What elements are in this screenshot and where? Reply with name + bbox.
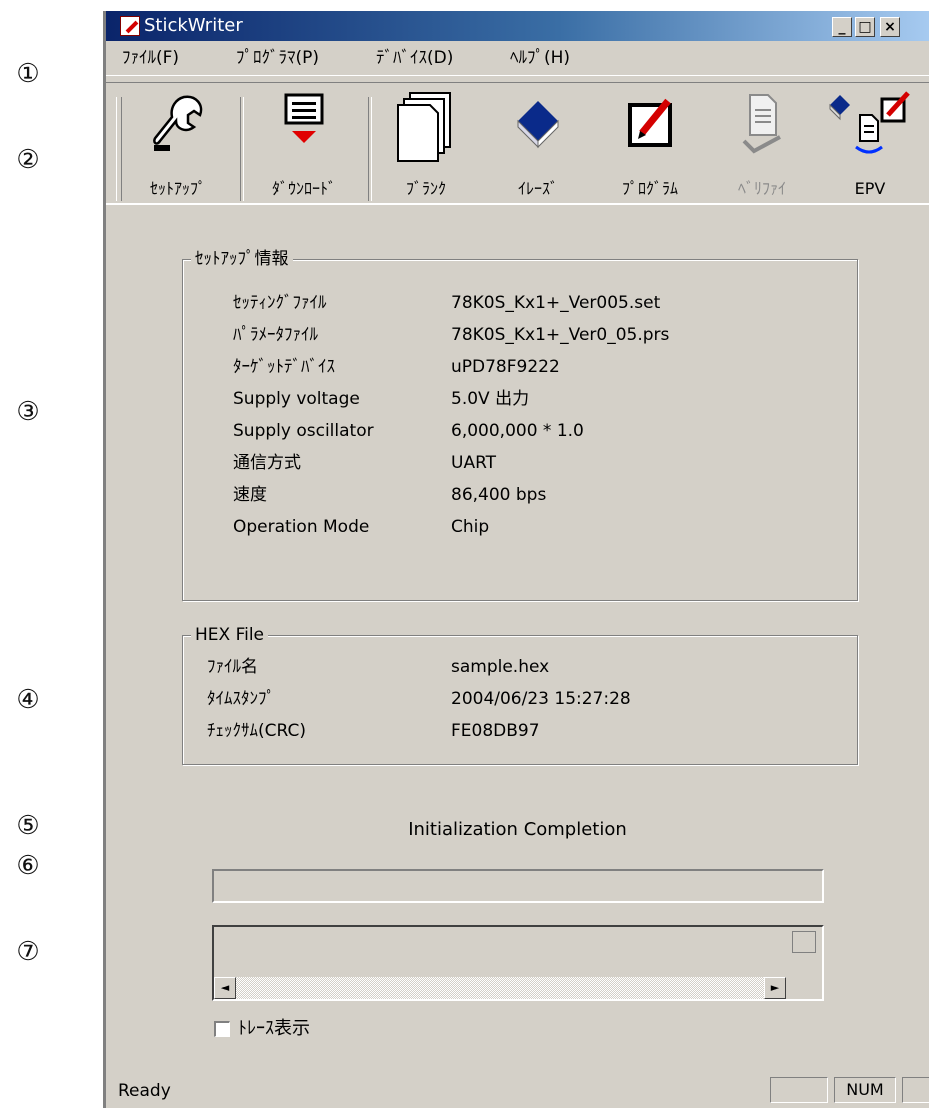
app-pencil-icon[interactable] (120, 16, 140, 36)
blank-button[interactable]: ﾌﾞﾗﾝｸ (374, 91, 478, 203)
status-pane (902, 1077, 929, 1103)
setup-row-value: 86,400 bps (451, 485, 547, 505)
wrench-icon (153, 95, 203, 151)
callout-1: ① (16, 59, 40, 89)
minimize-button[interactable]: _ (832, 17, 852, 37)
callout-2: ② (16, 145, 40, 175)
setup-row-label: ﾊﾟﾗﾒｰﾀﾌｧｲﾙ (233, 325, 318, 345)
main-panel: ｾｯﾄｱｯﾌﾟ情報 ｾｯﾃｨﾝｸﾞﾌｧｲﾙ 78K0S_Kx1+_Ver005.… (106, 211, 929, 1072)
setup-row-value: 78K0S_Kx1+_Ver005.set (451, 293, 661, 313)
num-lock-indicator: NUM (834, 1077, 896, 1103)
callout-7: ⑦ (16, 937, 40, 967)
scroll-right-button[interactable]: ► (764, 977, 786, 999)
blank-label: ﾌﾞﾗﾝｸ (405, 179, 446, 198)
setup-row-label: Operation Mode (233, 517, 370, 537)
setup-row-label: 速度 (233, 485, 267, 505)
menu-device[interactable]: ﾃﾞﾊﾞｲｽ(D) (376, 47, 453, 69)
setup-row-value: Chip (451, 517, 490, 537)
callout-5: ⑤ (16, 811, 40, 841)
download-button[interactable]: ﾀﾞｳﾝﾛｰﾄﾞ (246, 91, 362, 203)
status-message: Initialization Completion (408, 819, 627, 840)
setup-row-value: UART (451, 453, 497, 473)
setup-row-label: Supply oscillator (233, 421, 374, 441)
trace-checkbox[interactable] (214, 1021, 230, 1037)
toolbar-separator (240, 97, 244, 201)
toolbar: ｾｯﾄｱｯﾌﾟ ﾀﾞｳﾝﾛｰﾄﾞ ﾌﾞﾗﾝｸ ｲﾚｰｽﾞ ﾌﾟﾛｸﾞﾗﾑ ﾍﾞﾘ… (106, 83, 929, 205)
verify-label: ﾍﾞﾘﾌｧｲ (737, 179, 786, 198)
epv-label: EPV (854, 179, 886, 198)
callout-4: ④ (16, 685, 40, 715)
setup-row-label: Supply voltage (233, 389, 360, 409)
setup-button[interactable]: ｾｯﾄｱｯﾌﾟ (126, 91, 230, 203)
setup-row-value: 78K0S_Kx1+_Ver0_05.prs (451, 325, 670, 345)
status-ready-text: Ready (118, 1081, 171, 1101)
hex-row-label: ﾁｪｯｸｻﾑ(CRC) (207, 721, 306, 741)
setup-row-value: 6,000,000 * 1.0 (451, 421, 584, 441)
setup-info-group: ｾｯﾄｱｯﾌﾟ情報 ｾｯﾃｨﾝｸﾞﾌｧｲﾙ 78K0S_Kx1+_Ver005.… (182, 248, 858, 601)
trace-checkbox-row[interactable]: ﾄﾚｰｽ表示 (214, 1017, 310, 1041)
program-button[interactable]: ﾌﾟﾛｸﾞﾗﾑ (598, 91, 702, 203)
epv-icon (829, 91, 910, 154)
download-icon (284, 93, 324, 143)
hex-row-label: ﾌｧｲﾙ名 (207, 657, 258, 677)
hex-row-value: sample.hex (451, 657, 550, 677)
hex-file-group: HEX File ﾌｧｲﾙ名 sample.hex ﾀｲﾑｽﾀﾝﾌﾟ 2004/… (182, 624, 858, 765)
erase-button[interactable]: ｲﾚｰｽﾞ (486, 91, 590, 203)
setup-row-label: ｾｯﾃｨﾝｸﾞﾌｧｲﾙ (233, 293, 327, 313)
toolbar-grip[interactable] (116, 97, 122, 201)
hex-file-title: HEX File (191, 624, 269, 646)
scroll-left-button[interactable]: ◄ (214, 977, 236, 999)
close-button[interactable]: × (880, 17, 900, 37)
splitter-handle[interactable] (792, 931, 816, 953)
menu-file[interactable]: ﾌｧｲﾙ(F) (122, 47, 179, 69)
setup-row-value: uPD78F9222 (451, 357, 560, 377)
eraser-icon (517, 101, 559, 149)
download-label: ﾀﾞｳﾝﾛｰﾄﾞ (271, 179, 336, 198)
status-pane (770, 1077, 828, 1103)
horizontal-scrollbar[interactable]: ◄ ► (214, 977, 786, 999)
verify-button[interactable]: ﾍﾞﾘﾌｧｲ (710, 91, 814, 203)
menu-programmer[interactable]: ﾌﾟﾛｸﾞﾗﾏ(P) (236, 47, 319, 69)
menu-bar: ﾌｧｲﾙ(F) ﾌﾟﾛｸﾞﾗﾏ(P) ﾃﾞﾊﾞｲｽ(D) ﾍﾙﾌﾟ(H) (106, 41, 929, 76)
setup-label: ｾｯﾄｱｯﾌﾟ (149, 179, 206, 198)
setup-info-title: ｾｯﾄｱｯﾌﾟ情報 (191, 248, 293, 270)
maximize-button[interactable]: □ (855, 17, 875, 37)
callout-6: ⑥ (16, 851, 40, 881)
window-title: StickWriter (144, 15, 243, 36)
title-bar[interactable]: StickWriter _ □ × (106, 11, 929, 41)
setup-row-label: 通信方式 (233, 453, 301, 473)
verify-icon (742, 94, 781, 154)
menu-help[interactable]: ﾍﾙﾌﾟ(H) (510, 47, 570, 69)
program-label: ﾌﾟﾛｸﾞﾗﾑ (621, 179, 678, 198)
status-bar: Ready NUM (106, 1072, 929, 1108)
progress-bar (212, 869, 824, 903)
trace-output[interactable]: ◄ ► (212, 925, 824, 1001)
hex-row-label: ﾀｲﾑｽﾀﾝﾌﾟ (207, 689, 275, 709)
epv-button[interactable]: EPV (818, 91, 922, 203)
blank-pages-icon (397, 92, 451, 162)
toolbar-separator (368, 97, 372, 201)
trace-checkbox-label: ﾄﾚｰｽ表示 (238, 1018, 310, 1039)
program-pencil-icon (628, 98, 672, 147)
setup-row-value: 5.0V 出力 (451, 389, 530, 409)
erase-label: ｲﾚｰｽﾞ (517, 179, 558, 198)
hex-row-value: 2004/06/23 15:27:28 (451, 689, 631, 709)
callout-3: ③ (16, 397, 40, 427)
setup-row-label: ﾀｰｹﾞｯﾄﾃﾞﾊﾞｲｽ (233, 357, 335, 377)
stickwriter-window: StickWriter _ □ × ﾌｧｲﾙ(F) ﾌﾟﾛｸﾞﾗﾏ(P) ﾃﾞﾊ… (103, 11, 929, 1108)
hex-row-value: FE08DB97 (451, 721, 540, 741)
